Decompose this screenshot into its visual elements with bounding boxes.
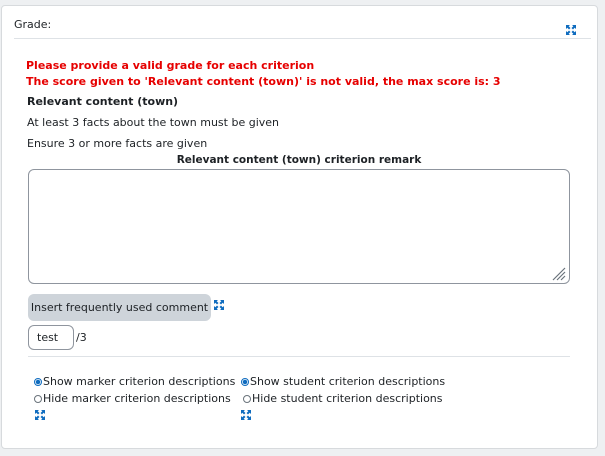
score-max: /3 — [76, 331, 87, 344]
error-message: The score given to 'Relevant content (to… — [26, 75, 501, 88]
header-divider — [14, 38, 591, 39]
show-student-radio[interactable] — [241, 377, 249, 386]
remark-label: Relevant content (town) criterion remark — [176, 154, 422, 166]
expand-icon[interactable] — [566, 25, 576, 35]
options-divider — [28, 356, 570, 357]
criterion-title: Relevant content (town) — [27, 95, 179, 108]
hide-student-radio[interactable] — [243, 394, 251, 403]
show-marker-radio[interactable] — [34, 377, 42, 386]
insert-comment-button[interactable]: Insert frequently used comment — [28, 294, 211, 321]
show-student-option[interactable]: Show student criterion descriptions — [241, 375, 445, 388]
error-message: Please provide a valid grade for each cr… — [26, 59, 315, 72]
hide-marker-radio[interactable] — [34, 394, 42, 403]
expand-icon[interactable] — [35, 410, 45, 420]
remark-textarea[interactable] — [28, 169, 570, 284]
expand-icon[interactable] — [241, 410, 251, 420]
student-description: Ensure 3 or more facts are given — [27, 137, 208, 150]
grade-header: Grade: — [14, 18, 52, 31]
show-marker-label: Show marker criterion descriptions — [43, 375, 236, 388]
hide-student-label: Hide student criterion descriptions — [252, 392, 443, 405]
hide-marker-option[interactable]: Hide marker criterion descriptions — [34, 392, 231, 405]
resize-grip-icon[interactable] — [548, 263, 566, 281]
hide-student-option[interactable]: Hide student criterion descriptions — [243, 392, 443, 405]
show-marker-option[interactable]: Show marker criterion descriptions — [34, 375, 235, 388]
marker-description: At least 3 facts about the town must be … — [27, 116, 279, 129]
score-input[interactable] — [28, 325, 74, 350]
expand-icon[interactable] — [214, 300, 224, 310]
show-student-label: Show student criterion descriptions — [250, 375, 446, 388]
hide-marker-label: Hide marker criterion descriptions — [43, 392, 231, 405]
